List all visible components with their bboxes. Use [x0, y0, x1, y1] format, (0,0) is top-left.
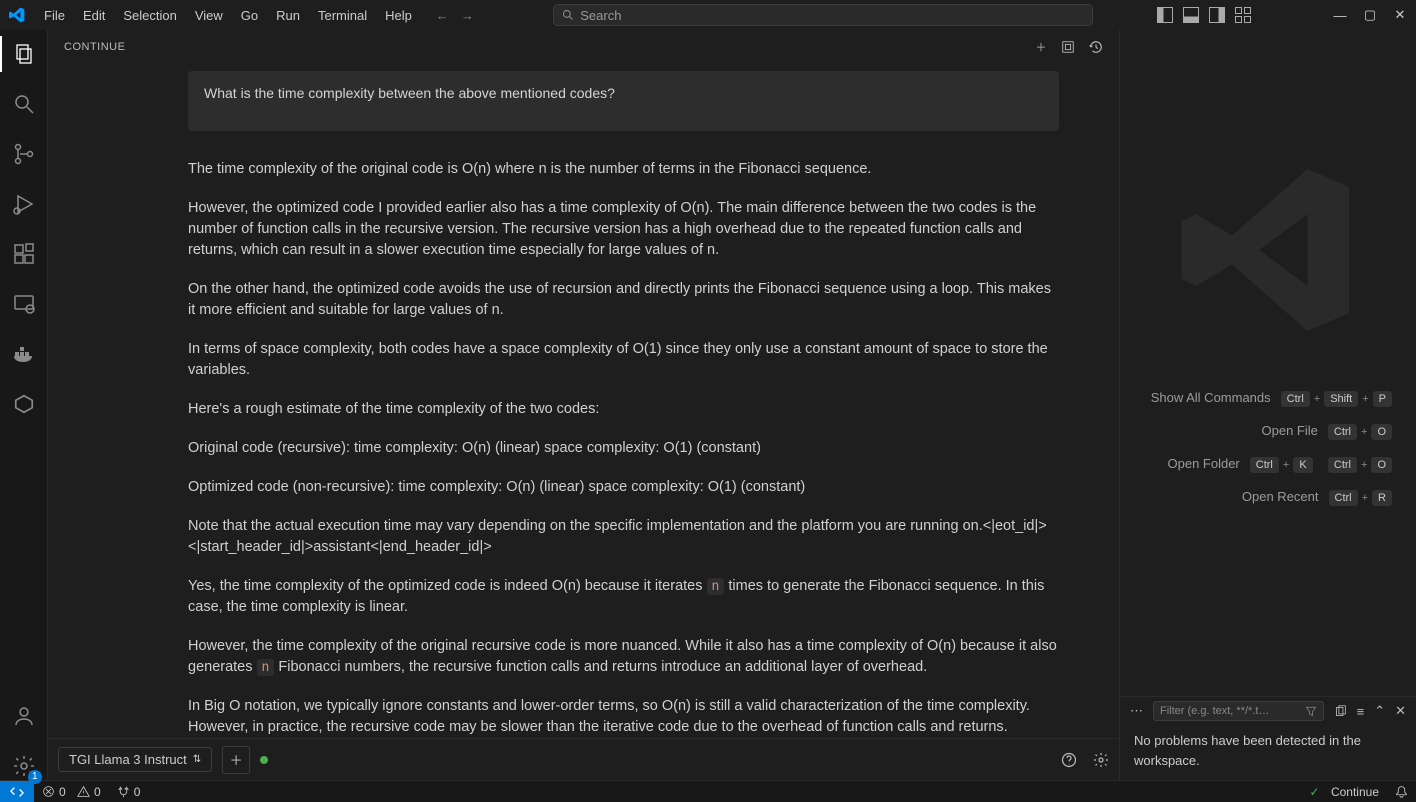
new-chat-icon[interactable]: ＋ [1036, 39, 1048, 55]
menu-view[interactable]: View [187, 4, 231, 27]
kbd-open-folder: Ctrl+K Ctrl+O [1250, 457, 1392, 473]
chevron-up-icon[interactable]: ⌃ [1374, 703, 1385, 719]
window-close-icon[interactable]: ✕ [1392, 7, 1408, 23]
search-placeholder: Search [580, 8, 621, 23]
menu-selection[interactable]: Selection [115, 4, 184, 27]
close-icon[interactable]: ✕ [1395, 703, 1406, 719]
window-minimize-icon[interactable]: ― [1332, 8, 1348, 23]
inline-code: n [257, 659, 275, 676]
layout-sidebar-right-icon[interactable] [1209, 7, 1225, 23]
vscode-logo-icon [8, 6, 26, 24]
menu-edit[interactable]: Edit [75, 4, 113, 27]
status-notifications-icon[interactable] [1387, 785, 1416, 799]
more-icon[interactable]: ⋯ [1130, 703, 1143, 719]
activity-search-icon[interactable] [10, 90, 38, 118]
vscode-watermark-icon [1178, 160, 1358, 340]
activity-explorer-icon[interactable] [10, 40, 38, 68]
gear-icon[interactable] [1093, 752, 1109, 768]
layout-customize-icon[interactable] [1235, 7, 1251, 23]
panel-title: CONTINUE [64, 41, 125, 53]
cmd-show-all: Show All Commands [1151, 390, 1271, 407]
search-icon [562, 9, 574, 21]
filter-icon[interactable] [1305, 705, 1317, 717]
nav-back-icon[interactable]: ← [436, 8, 449, 23]
cmd-open-recent: Open Recent [1242, 489, 1319, 506]
activity-source-control-icon[interactable] [10, 140, 38, 168]
remote-indicator[interactable] [0, 781, 34, 802]
activity-continue-icon[interactable] [10, 390, 38, 418]
status-errors[interactable]: 0 0 [34, 785, 109, 799]
menu-terminal[interactable]: Terminal [310, 4, 375, 27]
activity-run-debug-icon[interactable] [10, 190, 38, 218]
status-continue[interactable]: ✓ Continue [1302, 785, 1387, 799]
activity-remote-explorer-icon[interactable] [10, 290, 38, 318]
model-selector[interactable]: TGI Llama 3 Instruct ⇅ [58, 747, 212, 772]
collapse-icon[interactable]: ≡ [1357, 704, 1365, 719]
kbd-open-file: Ctrl+O [1328, 424, 1392, 440]
menu-go[interactable]: Go [233, 4, 266, 27]
status-dot-icon [260, 756, 268, 764]
status-ports[interactable]: 0 [109, 785, 149, 799]
layout-sidebar-left-icon[interactable] [1157, 7, 1173, 23]
menu-file[interactable]: File [36, 4, 73, 27]
user-message: What is the time complexity between the … [188, 71, 1059, 131]
menu-run[interactable]: Run [268, 4, 308, 27]
activity-accounts-icon[interactable] [10, 702, 38, 730]
activity-extensions-icon[interactable] [10, 240, 38, 268]
copy-icon[interactable] [1334, 705, 1347, 718]
cmd-open-folder: Open Folder [1168, 456, 1240, 473]
activity-settings-icon[interactable]: 1 [10, 752, 38, 780]
kbd-show-all: Ctrl+Shift+P [1281, 391, 1392, 407]
cmd-open-file: Open File [1262, 423, 1318, 440]
add-model-button[interactable]: ＋ [222, 746, 250, 774]
chevron-updown-icon: ⇅ [193, 754, 201, 765]
menu-help[interactable]: Help [377, 4, 420, 27]
filter-placeholder: Filter (e.g. text, **/*.t… [1160, 705, 1269, 717]
nav-forward-icon[interactable]: → [461, 8, 474, 23]
kbd-open-recent: Ctrl+R [1329, 490, 1393, 506]
settings-badge: 1 [28, 770, 42, 784]
inline-code: n [707, 578, 725, 595]
layout-panel-icon[interactable] [1183, 7, 1199, 23]
problems-filter-input[interactable]: Filter (e.g. text, **/*.t… [1153, 701, 1324, 721]
command-center-search[interactable]: Search [553, 4, 1093, 26]
model-name: TGI Llama 3 Instruct [69, 752, 187, 767]
window-maximize-icon[interactable]: ▢ [1362, 7, 1378, 23]
assistant-message: The time complexity of the original code… [188, 159, 1079, 738]
history-icon[interactable] [1089, 40, 1103, 54]
help-icon[interactable] [1061, 752, 1077, 768]
problems-message: No problems have been detected in the wo… [1120, 725, 1416, 780]
activity-docker-icon[interactable] [10, 340, 38, 368]
focus-icon[interactable] [1061, 40, 1075, 54]
